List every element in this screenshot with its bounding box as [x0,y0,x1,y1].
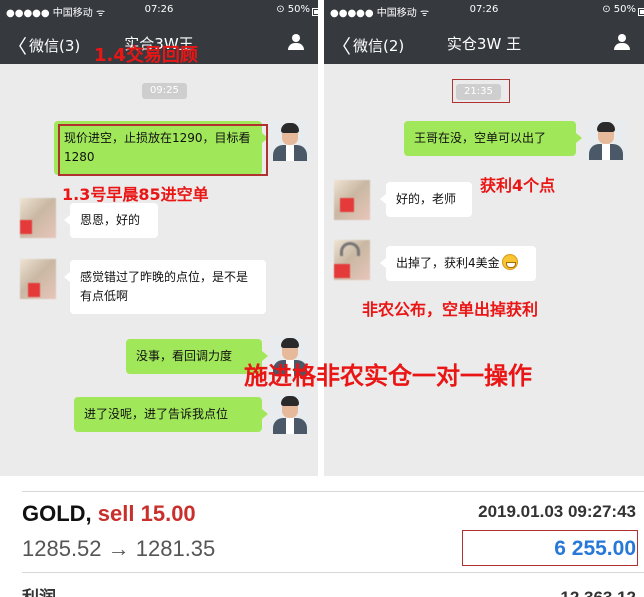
chat-bubble-sent[interactable]: 没事，看回调力度 [126,339,268,374]
chat-bubble-received[interactable]: 恩恩，好的 [64,203,158,238]
chat-bubble-received[interactable]: 出掉了，获利4美金 [380,246,536,281]
chat-bubble-received[interactable]: 感觉错过了昨晚的点位，是不是有点低啊 [64,260,266,314]
chat-bubble-sent[interactable]: 进了没呢，进了告诉我点位 [74,397,268,432]
advisor-avatar[interactable] [270,121,310,161]
battery-indicator: ⊙ 50% [602,4,644,16]
chat-bubble-received[interactable]: 好的，老师 [380,182,472,217]
divider-line [22,491,644,492]
trade-datetime: 2019.01.03 09:27:43 [478,502,636,521]
left-chat-screenshot: ●●●●● 中国移动 ᯤ 07:26 ⊙ 50% 〈微信(3) 实合3W王 1.… [0,0,318,476]
right-chat-screenshot: ●●●●● 中国移动 ᯤ 07:26 ⊙ 50% 〈微信(2) 实仓3W 王 2… [324,0,644,476]
highlight-box [58,124,268,176]
chat-bubble-sent[interactable]: 王哥在没，空单可以出了 [404,121,582,156]
symbol-label: GOLD, [22,501,92,526]
overlay-caption: 施进格非农实仓一对一操作 [244,362,532,390]
advisor-avatar[interactable] [270,394,310,434]
battery-icon [638,8,644,16]
message-timestamp: 09:25 [142,83,187,99]
clock: 07:26 [469,4,499,15]
status-bar: ●●●●● 中国移动 ᯤ 07:26 ⊙ 50% [0,0,318,20]
chat-title: 实仓3W 王 [446,35,522,53]
battery-label: ⊙ 50% [602,4,636,15]
chat-nav-bar: 〈微信(2) 实仓3W 王 [324,20,644,64]
person-icon[interactable] [288,34,304,50]
client-avatar[interactable] [20,198,56,238]
client-avatar[interactable] [20,259,56,299]
highlight-box [462,530,638,566]
cut-off-label: 利润 [22,582,56,597]
trade-symbol: GOLD, sell 15.00 [22,501,196,527]
battery-label: ⊙ 50% [276,4,310,15]
status-bar: ●●●●● 中国移动 ᯤ 07:26 ⊙ 50% [324,0,644,20]
cut-off-value: 12 363.12 [560,582,636,597]
person-icon[interactable] [614,34,630,50]
grin-emoji-icon [501,254,518,270]
clock: 07:26 [144,4,174,15]
highlight-box [452,79,510,103]
advisor-avatar[interactable] [586,120,626,160]
profit-annotation: 获利4个点 [480,176,556,195]
title-overlay-annotation: 1.4交易回顾 [94,45,198,66]
client-avatar[interactable] [334,240,370,280]
divider-line [22,572,644,573]
trade-side: sell 15.00 [97,501,196,526]
entry-annotation: 1.3号早晨85进空单 [62,185,209,204]
client-avatar[interactable] [334,180,370,220]
battery-indicator: ⊙ 50% [276,4,318,16]
message-text: 出掉了，获利4美金 [396,256,500,270]
trade-prices: 1285.52 → 1281.35 [22,536,216,561]
result-annotation: 非农公布，空单出掉获利 [362,300,539,319]
